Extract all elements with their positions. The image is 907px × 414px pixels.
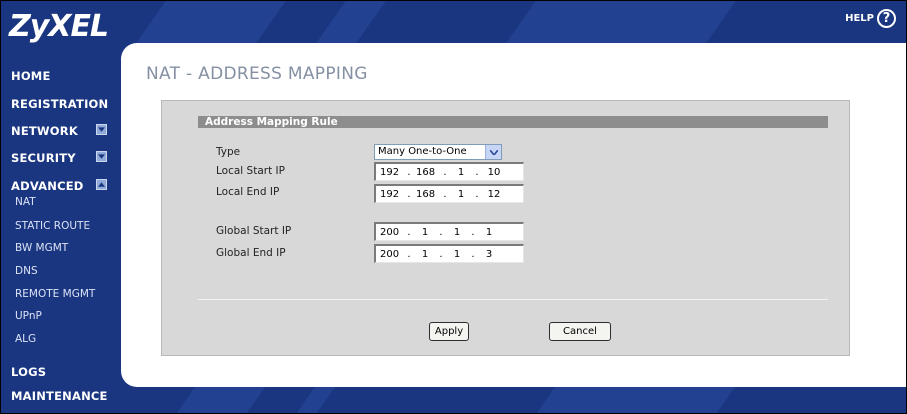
sidebar-item-nat[interactable]: NAT — [15, 196, 36, 208]
ip-separator: . — [475, 166, 479, 178]
sidebar-item-security[interactable]: SECURITY — [11, 151, 76, 165]
ip-octet: 200 — [380, 226, 400, 238]
type-select[interactable]: Many One-to-One — [374, 144, 502, 160]
ip-octet: 192 — [380, 188, 400, 200]
sidebar-item-upnp[interactable]: UPnP — [15, 310, 42, 322]
sidebar-item-static-route[interactable]: STATIC ROUTE — [15, 220, 90, 232]
decor-stripe — [136, 1, 286, 43]
app-frame: ZyXEL HELP ? HOME REGISTRATION NETWORK S… — [0, 0, 907, 414]
help-label: HELP — [845, 13, 874, 24]
ip-separator: . — [407, 226, 411, 238]
help-button[interactable]: HELP ? — [845, 9, 896, 28]
sidebar-item-home[interactable]: HOME — [11, 69, 51, 83]
section-header: Address Mapping Rule — [198, 116, 828, 128]
ip-separator: . — [471, 226, 475, 238]
ip-octet: 1 — [457, 188, 465, 200]
sidebar-item-alg[interactable]: ALG — [15, 333, 36, 345]
ip-separator: . — [471, 248, 475, 260]
cancel-button[interactable]: Cancel — [549, 322, 611, 341]
global-end-ip-label: Global End IP — [216, 247, 286, 259]
content-panel: NAT - ADDRESS MAPPING Address Mapping Ru… — [121, 43, 906, 387]
ip-octet: 1 — [453, 248, 461, 260]
chevron-down-icon[interactable] — [485, 145, 501, 159]
local-start-ip-input[interactable]: 192. 168. 1. 10 — [374, 162, 524, 181]
ip-octet: 200 — [380, 248, 400, 260]
ip-separator: . — [439, 226, 443, 238]
ip-octet: 192 — [380, 166, 400, 178]
sidebar-item-logs[interactable]: LOGS — [11, 365, 46, 379]
ip-octet: 168 — [416, 188, 436, 200]
form-container: Address Mapping Rule Type Many One-to-On… — [161, 100, 850, 356]
ip-octet: 1 — [485, 226, 493, 238]
type-select-value: Many One-to-One — [378, 146, 467, 157]
sidebar-item-advanced[interactable]: ADVANCED — [11, 179, 84, 193]
apply-button[interactable]: Apply — [429, 322, 469, 341]
advanced-collapse-icon[interactable] — [96, 179, 107, 190]
local-start-ip-label: Local Start IP — [216, 165, 285, 177]
ip-octet: 1 — [453, 226, 461, 238]
decor-stripe — [526, 387, 736, 413]
decor-stripe — [286, 387, 336, 413]
ip-octet: 10 — [487, 166, 501, 178]
type-label: Type — [216, 146, 241, 158]
local-end-ip-input[interactable]: 192. 168. 1. 12 — [374, 184, 524, 203]
form-divider — [198, 299, 828, 300]
decor-stripe — [316, 1, 386, 43]
ip-separator: . — [407, 166, 411, 178]
ip-separator: . — [407, 248, 411, 260]
ip-separator: . — [439, 248, 443, 260]
sidebar-item-dns[interactable]: DNS — [15, 265, 38, 277]
ip-separator: . — [443, 166, 447, 178]
ip-octet: 3 — [485, 248, 493, 260]
ip-separator: . — [475, 188, 479, 200]
ip-separator: . — [443, 188, 447, 200]
security-expand-icon[interactable] — [96, 151, 107, 162]
ip-octet: 1 — [457, 166, 465, 178]
decor-stripe — [166, 387, 266, 413]
question-mark-icon: ? — [877, 9, 896, 28]
sidebar-item-remote-mgmt[interactable]: REMOTE MGMT — [15, 288, 95, 300]
global-end-ip-input[interactable]: 200. 1. 1. 3 — [374, 244, 524, 263]
sidebar-item-network[interactable]: NETWORK — [11, 124, 78, 138]
ip-octet: 1 — [421, 248, 429, 260]
page-title: NAT - ADDRESS MAPPING — [146, 64, 368, 84]
zyxel-logo: ZyXEL — [9, 9, 109, 44]
ip-separator: . — [407, 188, 411, 200]
ip-octet: 12 — [487, 188, 501, 200]
sidebar-item-maintenance[interactable]: MAINTENANCE — [11, 389, 108, 403]
sidebar-item-registration[interactable]: REGISTRATION — [11, 97, 108, 111]
ip-octet: 1 — [421, 226, 429, 238]
network-expand-icon[interactable] — [96, 124, 107, 135]
decor-stripe — [506, 1, 736, 43]
global-start-ip-input[interactable]: 200. 1. 1. 1 — [374, 222, 524, 241]
global-start-ip-label: Global Start IP — [216, 225, 292, 237]
sidebar-item-bw-mgmt[interactable]: BW MGMT — [15, 242, 68, 254]
local-end-ip-label: Local End IP — [216, 186, 280, 198]
ip-octet: 168 — [416, 166, 436, 178]
